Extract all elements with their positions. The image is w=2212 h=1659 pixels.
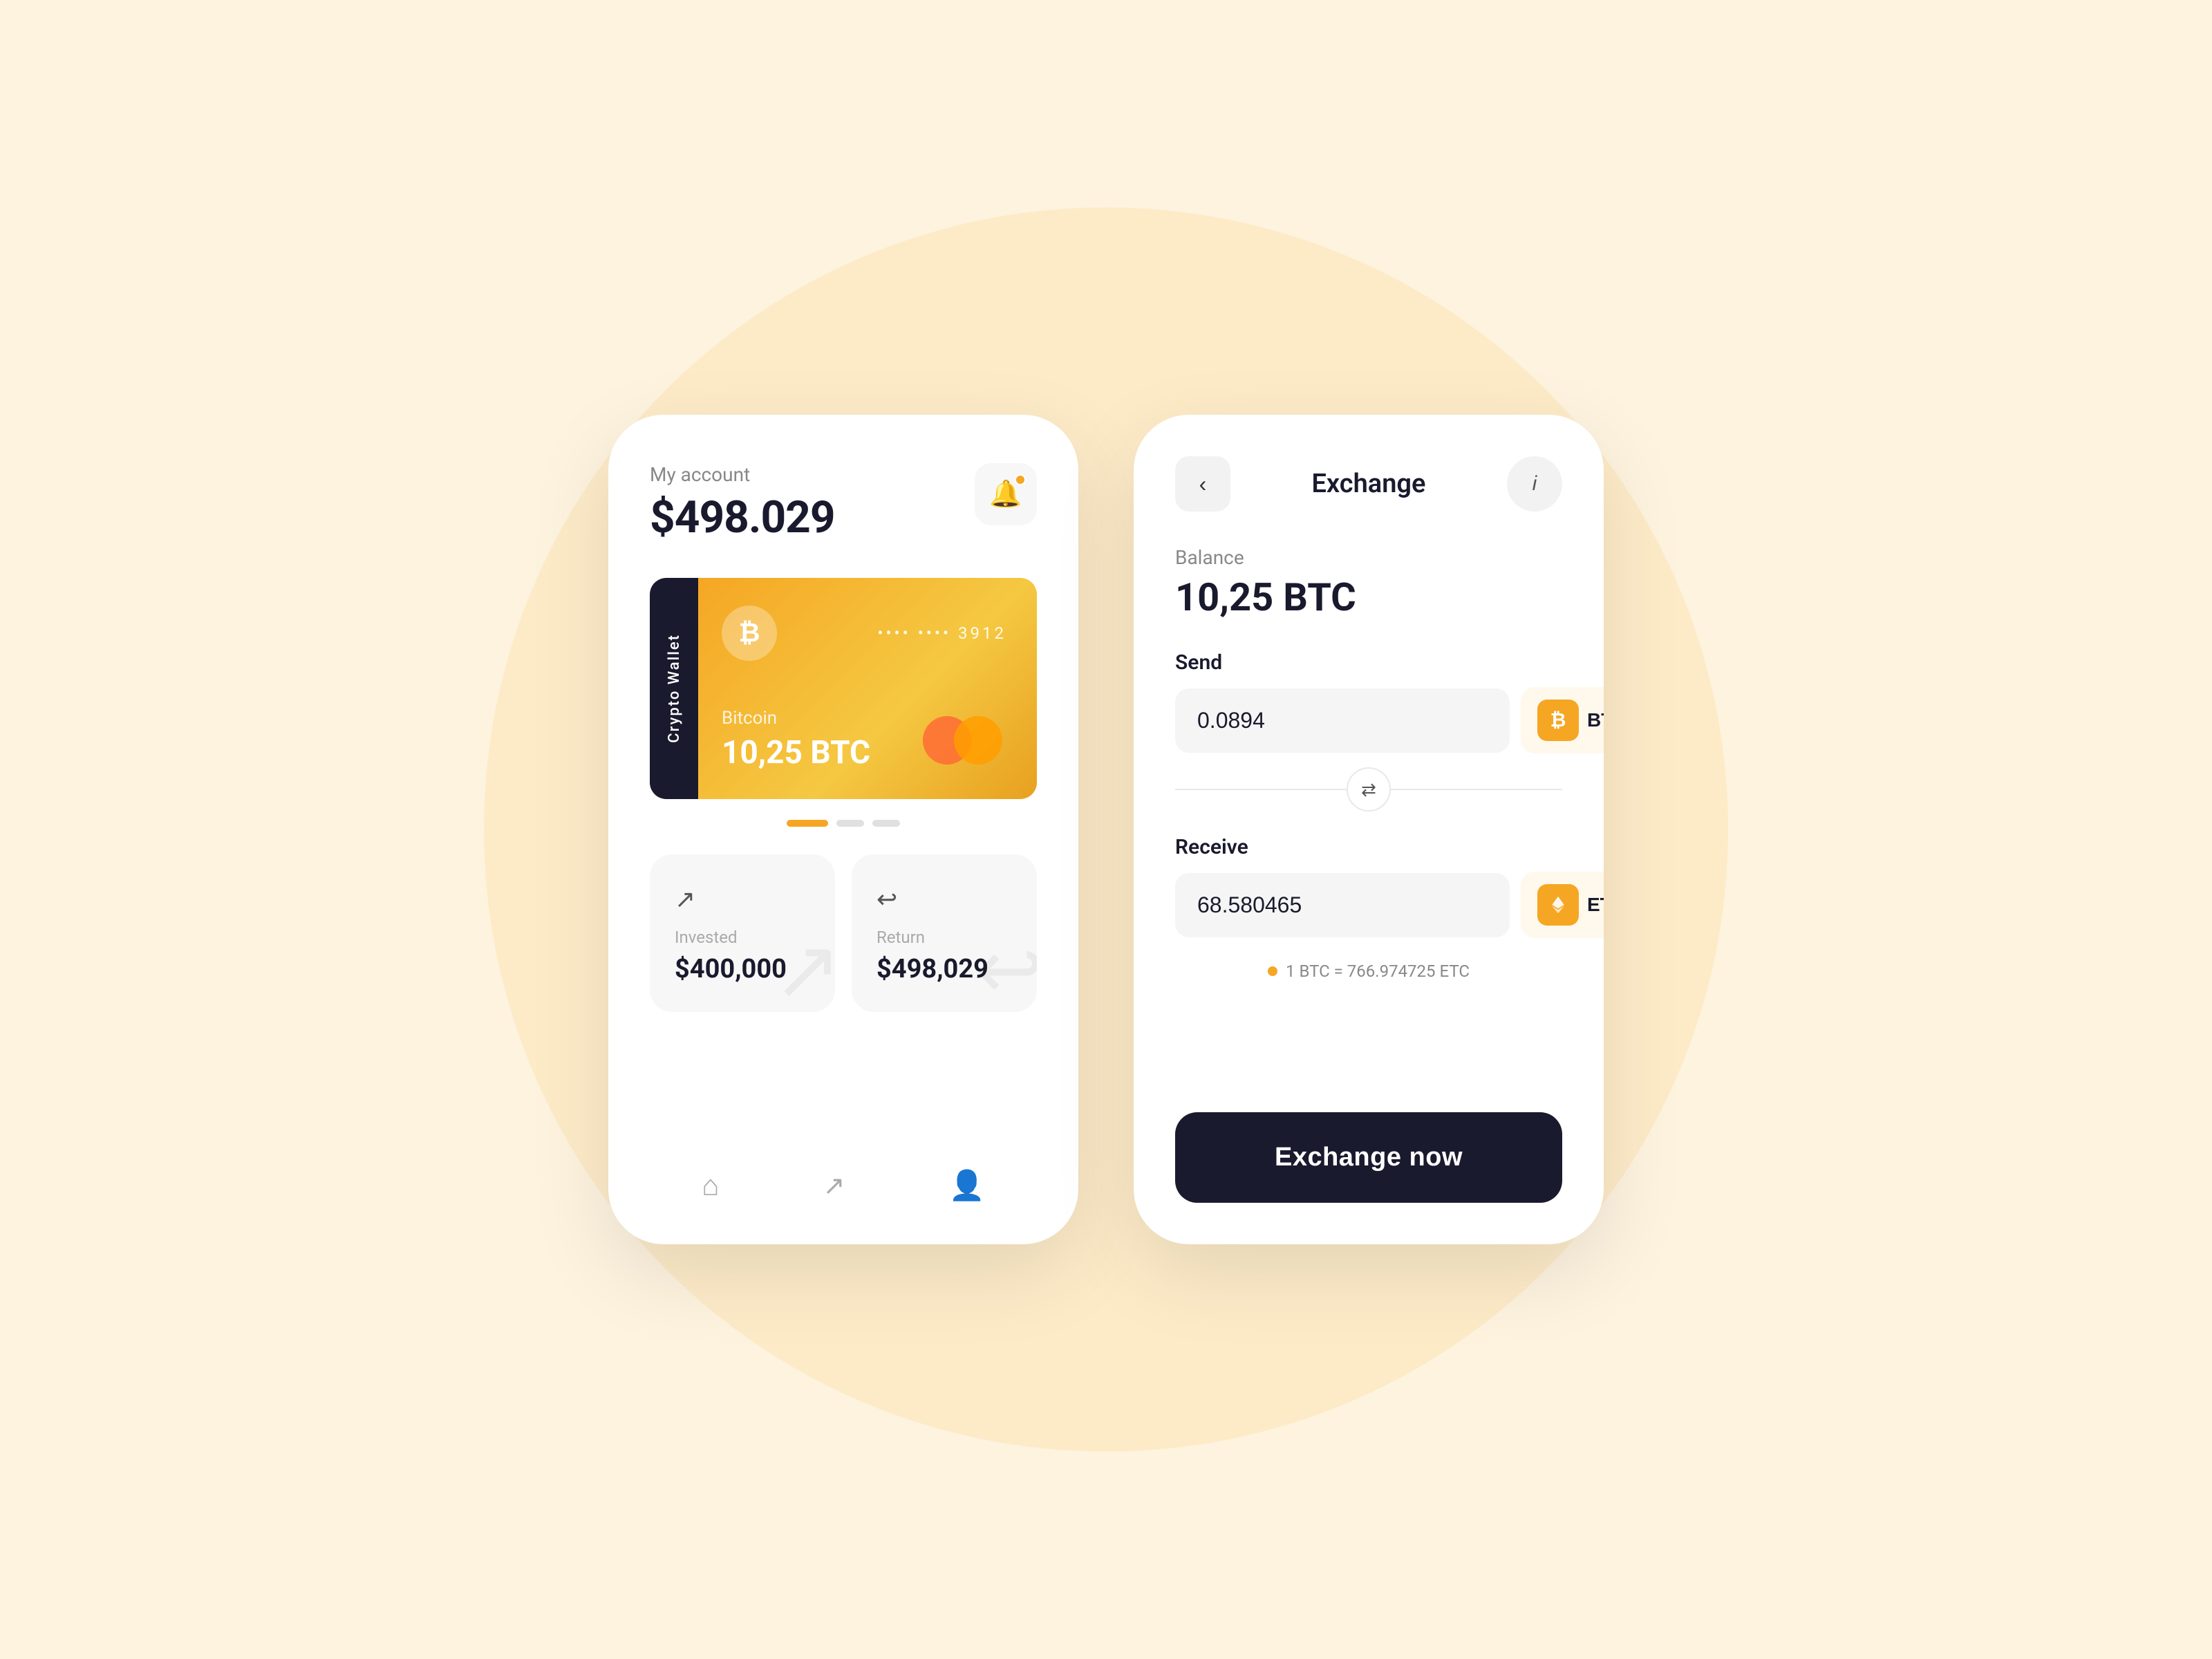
receive-label: Receive xyxy=(1175,835,1562,859)
invested-bg-icon: ↗ xyxy=(772,922,835,1012)
stats-row: ↗ Invested $400,000 ↗ ↩ Return $498,029 … xyxy=(650,854,1037,1012)
home-icon: ⌂ xyxy=(702,1169,719,1203)
send-label: Send xyxy=(1175,650,1562,675)
info-button[interactable]: i xyxy=(1507,456,1562,512)
invested-card: ↗ Invested $400,000 ↗ xyxy=(650,854,835,1012)
nav-chart[interactable]: ↗ xyxy=(803,1163,866,1208)
exchange-title: Exchange xyxy=(1311,469,1425,499)
rate-dot xyxy=(1268,966,1277,976)
receive-amount-input[interactable] xyxy=(1175,873,1510,937)
nav-home[interactable]: ⌂ xyxy=(681,1162,740,1210)
receive-section: Receive ETC ▾ xyxy=(1175,835,1562,945)
balance-amount: 10,25 BTC xyxy=(1175,574,1562,620)
return-bg-icon: ↩ xyxy=(974,922,1037,1012)
indicator-active xyxy=(787,820,828,827)
card-number: •••• •••• 3912 xyxy=(877,624,1006,643)
info-icon: i xyxy=(1533,472,1537,496)
swap-button[interactable]: ⇄ xyxy=(1347,767,1391,812)
exchange-now-button[interactable]: Exchange now xyxy=(1175,1112,1562,1203)
indicator-inactive-2 xyxy=(872,820,900,827)
notification-dot xyxy=(1015,474,1026,485)
send-coin-label: BTC xyxy=(1587,709,1604,731)
phone-account: My account $498.029 🔔 Crypto Wallet ₿ ••… xyxy=(608,415,1078,1244)
return-icon: ↩ xyxy=(877,885,1012,914)
phone-exchange: ‹ Exchange i Balance 10,25 BTC Send ₿ BT… xyxy=(1134,415,1604,1244)
crypto-card: ₿ •••• •••• 3912 Bitcoin 10,25 BTC xyxy=(691,578,1037,799)
send-amount-input[interactable] xyxy=(1175,688,1510,753)
account-info: My account $498.029 xyxy=(650,463,835,543)
balance-label: Balance xyxy=(1175,546,1562,569)
account-balance: $498.029 xyxy=(650,491,835,543)
account-header: My account $498.029 🔔 xyxy=(650,463,1037,543)
card-amount: 10,25 BTC xyxy=(722,734,1006,771)
send-coin-selector[interactable]: ₿ BTC ▾ xyxy=(1521,687,1604,753)
send-row: ₿ BTC ▾ xyxy=(1175,687,1562,753)
bottom-nav: ⌂ ↗ 👤 xyxy=(650,1148,1037,1210)
phones-container: My account $498.029 🔔 Crypto Wallet ₿ ••… xyxy=(608,415,1604,1244)
rate-text: 1 BTC = 766.974725 ETC xyxy=(1286,962,1470,981)
wallet-label-text: Crypto Wallet xyxy=(666,634,683,743)
notification-button[interactable]: 🔔 xyxy=(975,463,1037,525)
card-bottom: Bitcoin 10,25 BTC xyxy=(722,708,1006,771)
balance-section: Balance 10,25 BTC xyxy=(1175,546,1562,620)
card-indicators xyxy=(650,820,1037,827)
divider-right xyxy=(1391,789,1562,790)
send-section: Send ₿ BTC ▾ xyxy=(1175,650,1562,760)
chart-icon: ↗ xyxy=(823,1170,845,1201)
divider-left xyxy=(1175,789,1347,790)
receive-coin-label: ETC xyxy=(1587,894,1604,916)
indicator-inactive-1 xyxy=(836,820,864,827)
crypto-card-container: Crypto Wallet ₿ •••• •••• 3912 Bitcoin 1… xyxy=(650,578,1037,799)
receive-row: ETC ▾ xyxy=(1175,872,1562,938)
swap-divider: ⇄ xyxy=(1175,767,1562,812)
invested-icon: ↗ xyxy=(675,885,810,914)
return-card: ↩ Return $498,029 ↩ xyxy=(852,854,1037,1012)
nav-profile[interactable]: 👤 xyxy=(928,1162,1006,1210)
card-top: ₿ •••• •••• 3912 xyxy=(722,606,1006,661)
exchange-header: ‹ Exchange i xyxy=(1175,456,1562,512)
crypto-wallet-label: Crypto Wallet xyxy=(650,578,698,799)
profile-icon: 👤 xyxy=(949,1169,985,1203)
rate-info: 1 BTC = 766.974725 ETC xyxy=(1175,962,1562,981)
btc-icon: ₿ xyxy=(722,606,777,661)
eth-coin-icon xyxy=(1537,884,1579,926)
receive-coin-selector[interactable]: ETC ▾ xyxy=(1521,872,1604,938)
back-button[interactable]: ‹ xyxy=(1175,456,1230,512)
account-label: My account xyxy=(650,463,835,486)
btc-coin-icon: ₿ xyxy=(1537,700,1579,741)
card-coin-name: Bitcoin xyxy=(722,708,1006,729)
